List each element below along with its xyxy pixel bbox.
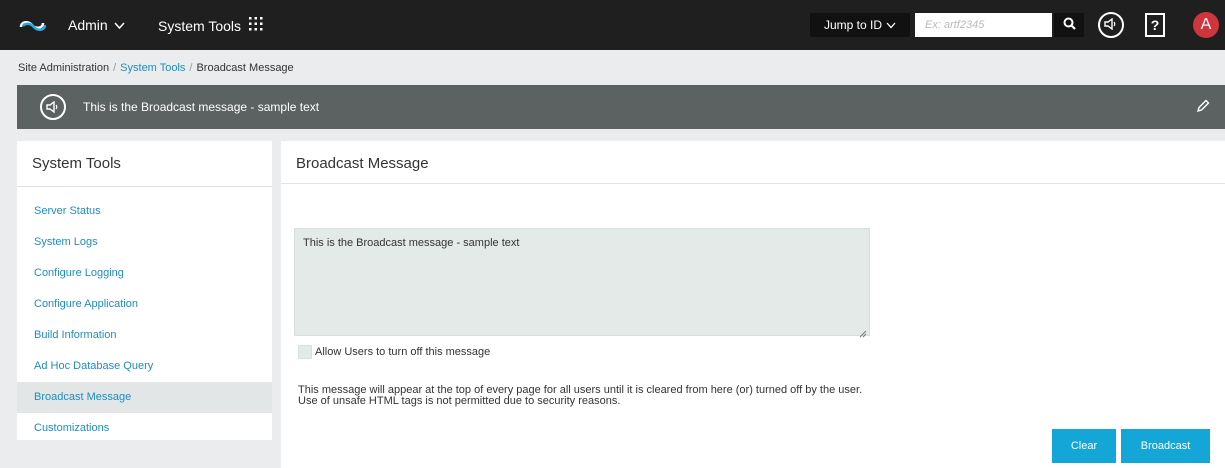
megaphone-icon (1104, 17, 1118, 33)
breadcrumb: Site Administration / System Tools / Broadca… (18, 62, 294, 74)
admin-menu-label: Admin (68, 17, 108, 33)
system-tools-menu[interactable]: System Tools (158, 17, 263, 34)
avatar-letter: A (1200, 16, 1212, 33)
breadcrumb-separator: / (189, 62, 193, 74)
info-line-2: Use of unsafe HTML tags is not permitted… (298, 395, 621, 407)
sidebar-item-customizations[interactable]: Customizations (17, 413, 272, 444)
chevron-down-icon (114, 17, 125, 33)
sidebar-item-server-status[interactable]: Server Status (17, 196, 272, 227)
allow-turn-off-label: Allow Users to turn off this message (315, 346, 491, 358)
sidebar-list: Server Status System Logs Configure Logg… (17, 187, 272, 444)
help-button[interactable]: ? (1145, 13, 1165, 37)
broadcast-toggle-button[interactable] (1098, 12, 1124, 38)
pencil-icon[interactable] (1195, 98, 1211, 114)
resize-handle-icon[interactable] (859, 327, 867, 338)
search-icon (1063, 17, 1076, 33)
chevron-down-icon (886, 18, 896, 32)
allow-turn-off-option[interactable]: Allow Users to turn off this message (298, 345, 490, 359)
search-button[interactable] (1054, 13, 1084, 37)
grid-icon (249, 17, 263, 34)
breadcrumb-current: Broadcast Message (196, 62, 294, 74)
broadcast-banner: This is the Broadcast message - sample t… (17, 85, 1225, 129)
sidebar-item-broadcast-message[interactable]: Broadcast Message (17, 382, 272, 413)
sidebar-item-system-logs[interactable]: System Logs (17, 227, 272, 258)
breadcrumb-system-tools[interactable]: System Tools (120, 62, 185, 74)
broadcast-message-textarea[interactable] (294, 228, 870, 336)
broadcast-message-panel: Broadcast Message Allow Users to turn of… (281, 141, 1225, 468)
system-tools-sidebar: System Tools Server Status System Logs C… (17, 141, 272, 440)
broadcast-info-text: This message will appear at the top of e… (298, 385, 862, 407)
banner-message: This is the Broadcast message - sample t… (83, 100, 320, 114)
allow-turn-off-checkbox[interactable] (298, 345, 312, 359)
admin-menu[interactable]: Admin (68, 17, 125, 33)
sidebar-item-build-information[interactable]: Build Information (17, 320, 272, 351)
breadcrumb-separator: / (113, 62, 117, 74)
broadcast-button[interactable]: Broadcast (1121, 429, 1210, 463)
jump-to-id-label: Jump to ID (823, 18, 883, 32)
sidebar-item-configure-logging[interactable]: Configure Logging (17, 258, 272, 289)
help-icon: ? (1150, 17, 1160, 33)
megaphone-icon (40, 94, 66, 120)
sidebar-item-ad-hoc-database-query[interactable]: Ad Hoc Database Query (17, 351, 272, 382)
page-title: Broadcast Message (281, 141, 1225, 184)
clear-button[interactable]: Clear (1052, 429, 1116, 463)
sidebar-item-configure-application[interactable]: Configure Application (17, 289, 272, 320)
app-logo-icon[interactable] (18, 14, 48, 36)
system-tools-menu-label: System Tools (158, 17, 241, 34)
sidebar-title: System Tools (17, 141, 272, 187)
breadcrumb-site-administration[interactable]: Site Administration (18, 62, 109, 74)
jump-to-id-dropdown[interactable]: Jump to ID (810, 13, 910, 37)
user-avatar[interactable]: A (1193, 12, 1219, 38)
top-navigation-bar: Admin System Tools Jump to ID ? (0, 0, 1225, 50)
jump-to-id-input[interactable] (915, 13, 1052, 37)
